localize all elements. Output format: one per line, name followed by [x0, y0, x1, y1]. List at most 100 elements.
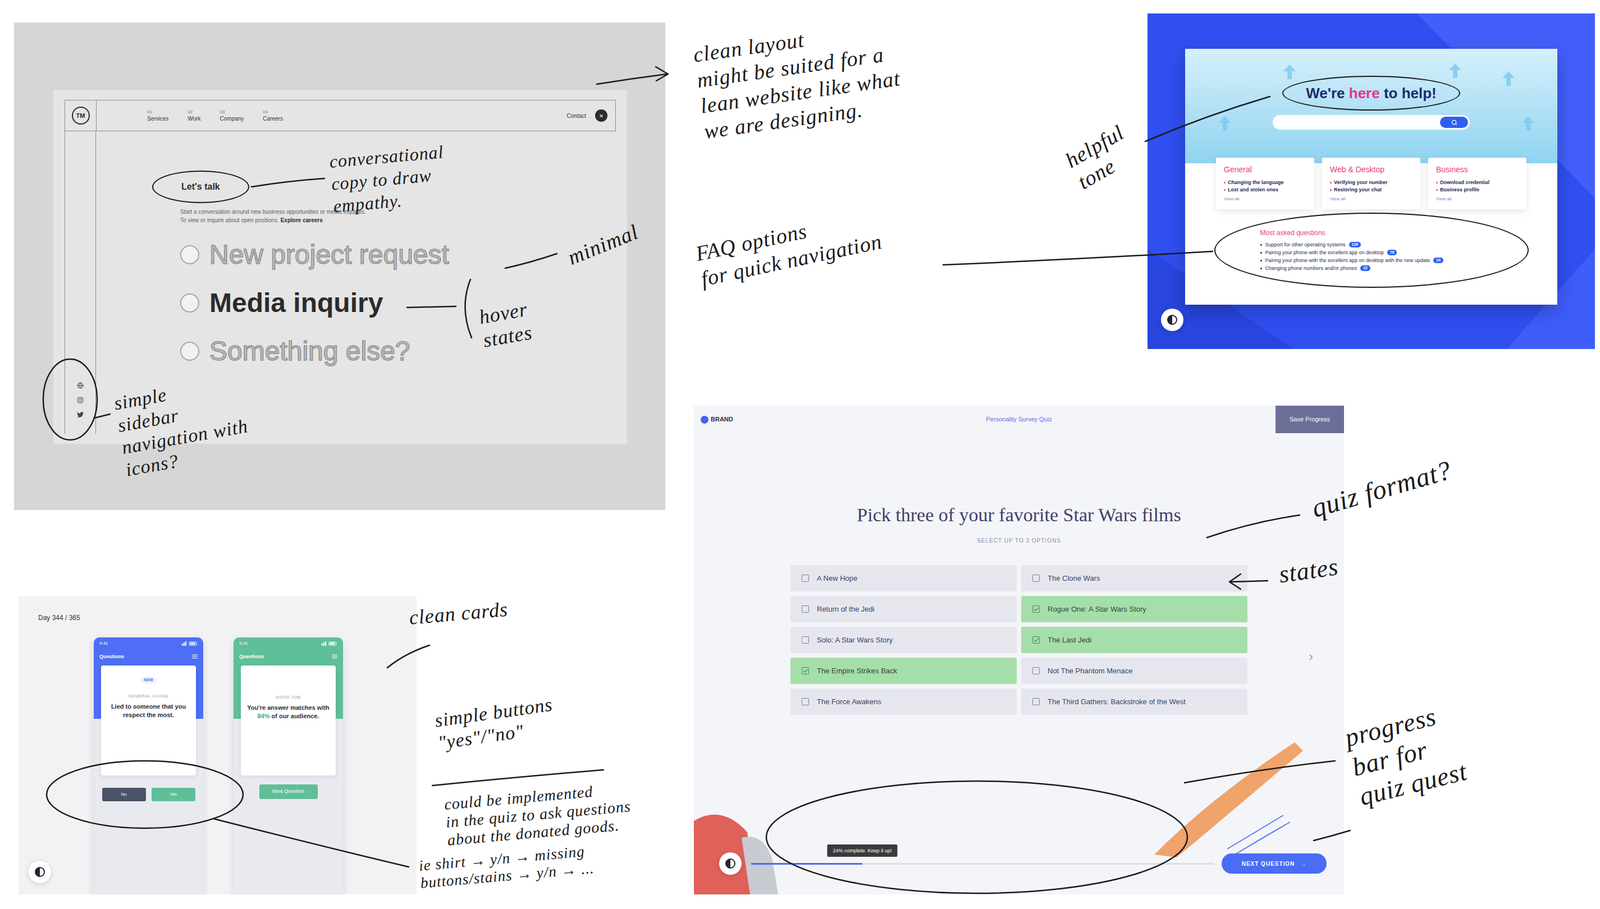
category-link[interactable]: Verifying your number: [1329, 179, 1413, 187]
annotation-circle: Most asked questionsSupport for other op…: [1214, 212, 1529, 288]
menu-icon[interactable]: [331, 654, 338, 660]
inquiry-option[interactable]: Something else?: [180, 335, 450, 368]
view-all-link[interactable]: View all: [1436, 195, 1519, 203]
answer-option[interactable]: Rogue One: A Star Wars Story: [1021, 596, 1248, 623]
search-icon: [1451, 119, 1458, 126]
careers-link[interactable]: Explore careers: [280, 217, 323, 224]
answer-option[interactable]: The Empire Strikes Back: [790, 657, 1017, 685]
category-link[interactable]: Changing the language: [1223, 179, 1307, 187]
category-link[interactable]: Business profile: [1436, 186, 1519, 194]
next-question-button[interactable]: Next Question: [259, 784, 318, 800]
contact-link[interactable]: Contact×: [567, 109, 608, 122]
card-category: GENERAL LIVING: [128, 693, 169, 700]
decor-brush: [1143, 737, 1306, 861]
contrast-icon: [724, 858, 736, 870]
next-question-button[interactable]: NEXT QUESTION→: [1221, 853, 1327, 875]
save-progress-button[interactable]: Save Progress: [1231, 405, 1344, 434]
nav-number: 02: [187, 108, 201, 116]
instagram-icon[interactable]: [76, 396, 84, 404]
checkbox: [801, 636, 809, 644]
category-link[interactable]: Download credential: [1436, 179, 1519, 187]
bullet: [1260, 244, 1263, 246]
answer-button[interactable]: No: [102, 788, 146, 802]
pen-stroke: [943, 251, 1213, 265]
answer-option[interactable]: The Last Jedi: [1021, 627, 1248, 654]
checkbox: [801, 667, 809, 675]
faq-item[interactable]: Changing phone numbers and/or phones22: [1260, 264, 1483, 273]
view-all-link[interactable]: View all: [1223, 195, 1307, 203]
answer-option[interactable]: The Third Gathers: Backstroke of the Wes…: [1021, 688, 1248, 716]
logo[interactable]: TM: [71, 106, 90, 125]
menu-icon[interactable]: [192, 654, 198, 660]
quiz-footer: 24% complete. Keep it up!NEXT QUESTION→: [693, 852, 1344, 876]
theme-toggle[interactable]: [1160, 308, 1184, 332]
globe-icon[interactable]: [76, 382, 84, 390]
quiz-moodboard-panel: BRANDPersonality Survey QuizSave Progres…: [693, 405, 1344, 895]
arrow-up-icon: [1521, 116, 1535, 131]
theme-toggle[interactable]: [28, 861, 52, 884]
category-link[interactable]: Lost and stolen ones: [1223, 186, 1307, 194]
screen-title: Questions: [99, 653, 125, 661]
moodboard: TM 01Services 02Work 03Company 04Careers Cont…: [0, 0, 1600, 909]
pen-stroke: [94, 414, 111, 419]
intro-title: Let's talk: [181, 181, 221, 192]
answer-option[interactable]: A New Hope: [790, 565, 1017, 592]
bullet: [1329, 189, 1332, 191]
nav-item[interactable]: 02Work: [187, 108, 201, 123]
theme-toggle[interactable]: [719, 852, 742, 876]
answer-option[interactable]: Return of the Jedi: [790, 596, 1017, 623]
question-card: NEWGENERAL LIVINGLied to someone that yo…: [101, 665, 196, 776]
status-bar: 9:41: [99, 641, 198, 647]
category-card: Business Download credentialBusiness prof…: [1428, 157, 1527, 210]
handwritten-note: helpfultone: [1061, 120, 1141, 195]
card-category: GOOD JOB: [275, 695, 301, 701]
decor-shapes: [693, 798, 779, 895]
day-counter: Day 344 / 365: [38, 613, 397, 623]
status-time: 9:41: [99, 641, 109, 647]
brand-logo[interactable]: BRAND: [693, 414, 807, 425]
checkbox: [1032, 605, 1040, 614]
category-link[interactable]: Restoring your chat: [1329, 186, 1413, 194]
inquiry-option[interactable]: Media inquiry: [180, 287, 450, 319]
nav-item[interactable]: 04Careers: [262, 108, 283, 123]
pen-circle: [46, 761, 244, 829]
search-field[interactable]: [1272, 115, 1470, 130]
nav-item[interactable]: 03Company: [220, 108, 245, 123]
faq-item[interactable]: Pairing your phone with the excellent ap…: [1260, 256, 1483, 265]
checkbox: [1032, 636, 1040, 644]
twitter-icon[interactable]: [76, 411, 84, 419]
category-card: Web & DesktopVerifying your numberRestor…: [1322, 157, 1421, 210]
handwritten-note: simple buttons"yes"/"no": [433, 693, 557, 756]
sidebar: [64, 131, 96, 434]
view-all-link[interactable]: View all: [1329, 195, 1413, 203]
help-moodboard-panel: We're here to help!GeneralChanging the l…: [1147, 13, 1595, 350]
pen-stroke: [1229, 574, 1241, 590]
pen-stroke: [596, 74, 667, 85]
arrow-up-icon: [1502, 71, 1515, 86]
nav-item[interactable]: 01Services: [147, 108, 169, 123]
nav-number: 01: [147, 108, 169, 116]
inquiry-option[interactable]: New project request: [180, 239, 450, 271]
contrast-icon: [1166, 314, 1178, 326]
answer-option[interactable]: The Force Awakens: [790, 688, 1017, 716]
answer-option[interactable]: Not The Phantom Menace: [1021, 657, 1248, 685]
pen-stroke: [1184, 761, 1336, 784]
check-icon: [1033, 637, 1040, 644]
answer-option[interactable]: Solo: A Star Wars Story: [790, 627, 1017, 654]
answer-buttons: No Yes: [93, 788, 204, 802]
handwritten-note: hoverstates: [477, 297, 534, 353]
hero: We're here to help!: [1185, 48, 1558, 164]
bullet: [1223, 189, 1226, 191]
next-page-arrow[interactable]: ›: [1308, 646, 1314, 667]
faq-item[interactable]: Pairing your phone with the excellent ap…: [1260, 248, 1483, 257]
answer-button[interactable]: Yes: [151, 788, 196, 802]
checkbox: [1032, 698, 1040, 706]
answer-option[interactable]: The Clone Wars: [1021, 565, 1248, 592]
annotation-strokes: [0, 0, 1600, 909]
pen-stroke: [251, 178, 325, 187]
faq-item[interactable]: Support for other operating systems120: [1260, 240, 1483, 249]
search-button[interactable]: [1440, 116, 1469, 128]
handwritten-note: conversationalcopy to drawempathy.: [328, 140, 449, 218]
category-title: Business: [1436, 164, 1519, 175]
pen-stroke: [1207, 515, 1300, 538]
